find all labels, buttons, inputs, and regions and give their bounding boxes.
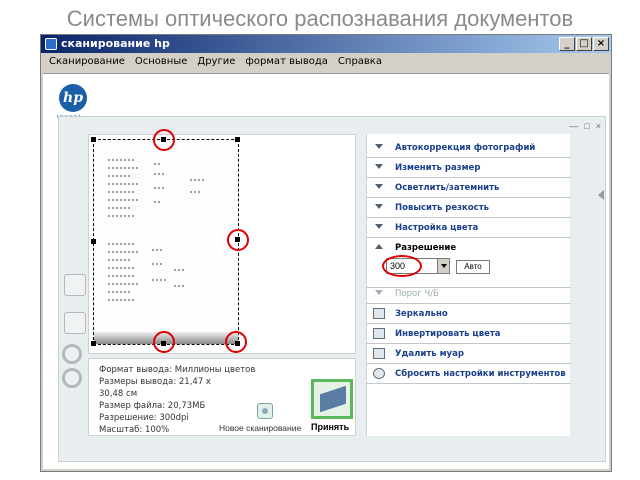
panel-close-button[interactable]: × <box>596 121 601 131</box>
rotate-left-icon[interactable] <box>64 274 86 296</box>
scan-info-box: Формат вывода: Миллионы цветов Размеры в… <box>88 358 356 436</box>
tool-label: Разрешение <box>395 243 457 253</box>
chevron-down-icon <box>375 144 383 149</box>
new-scan-button[interactable]: Новое сканирование <box>219 423 301 433</box>
crop-handle-top-right[interactable] <box>235 137 240 142</box>
chevron-down-icon <box>375 224 383 229</box>
invert-icon <box>373 328 385 339</box>
chevron-down-icon <box>375 204 383 209</box>
tool-label: Повысить резкость <box>395 203 490 213</box>
tool-label: Автокоррекция фотографий <box>395 143 536 153</box>
panel-controls: — □ × <box>569 121 601 131</box>
document-text-lines <box>108 159 204 301</box>
crop-handle-left[interactable] <box>91 239 96 244</box>
highlight-ring-right <box>227 229 249 251</box>
tool-label: Настройка цвета <box>395 223 479 233</box>
highlight-ring-bottom <box>153 331 175 353</box>
hp-logo: hp invent <box>55 84 91 120</box>
menu-help[interactable]: Справка <box>338 53 382 71</box>
menu-bar: Сканирование Основные Другие формат выво… <box>41 53 611 71</box>
app-icon <box>45 38 57 50</box>
tool-label: Осветлить/затемнить <box>395 183 500 193</box>
chevron-down-icon <box>375 290 383 295</box>
tool-sharpen[interactable]: Повысить резкость <box>367 198 571 218</box>
menu-basic[interactable]: Основные <box>135 53 188 71</box>
menu-scan[interactable]: Сканирование <box>49 53 125 71</box>
tool-label: Сбросить настройки инструментов <box>395 369 566 379</box>
window-controls: _ □ × <box>559 37 609 51</box>
zoom-in-icon[interactable] <box>62 344 82 364</box>
panel-maximize-button[interactable]: □ <box>584 121 589 131</box>
tool-lighten-darken[interactable]: Осветлить/затемнить <box>367 178 571 198</box>
maximize-button[interactable]: □ <box>576 37 592 51</box>
rotate-right-icon[interactable] <box>64 312 86 334</box>
scanned-document[interactable] <box>93 139 239 345</box>
highlight-ring-top <box>153 129 175 151</box>
window-title: сканирование hp <box>61 37 170 50</box>
tool-label: Порог Ч/Б <box>395 289 439 299</box>
menu-output-format[interactable]: формат вывода <box>245 53 328 71</box>
mirror-icon <box>373 308 385 319</box>
highlight-ring-resolution <box>382 255 422 277</box>
info-size-line2: 30,48 см <box>99 389 138 399</box>
tool-mirror[interactable]: Зеркально <box>367 304 571 324</box>
chevron-down-icon <box>375 164 383 169</box>
tool-auto-correct[interactable]: Автокоррекция фотографий <box>367 138 571 158</box>
tool-resize[interactable]: Изменить размер <box>367 158 571 178</box>
info-resolution: Разрешение: 300dpi <box>99 413 189 423</box>
tool-invert-colors[interactable]: Инвертировать цвета <box>367 324 571 344</box>
hp-logo-mark: hp <box>59 84 87 112</box>
slide-title: Системы оптического распознавания докуме… <box>66 6 574 31</box>
accept-icon[interactable] <box>311 379 353 419</box>
tools-panel: Автокоррекция фотографий Изменить размер… <box>366 134 571 436</box>
info-file-size: Размер файла: 20,73МБ <box>99 401 206 411</box>
chevron-down-icon[interactable] <box>437 259 449 273</box>
minimize-button[interactable]: _ <box>559 37 575 51</box>
info-format: Формат вывода: Миллионы цветов <box>99 365 256 375</box>
title-bar: сканирование hp _ □ × <box>41 35 611 53</box>
tool-label: Зеркально <box>395 309 448 319</box>
tool-bw-threshold: Порог Ч/Б <box>367 284 571 304</box>
tool-reset[interactable]: Сбросить настройки инструментов <box>367 364 571 384</box>
reset-icon <box>373 368 385 379</box>
zoom-out-icon[interactable] <box>62 368 82 388</box>
moire-icon <box>373 348 385 359</box>
new-scan-icon[interactable] <box>257 403 273 419</box>
panel-minimize-button[interactable]: — <box>569 121 578 131</box>
tool-label: Изменить размер <box>395 163 481 173</box>
crop-handle-bottom-left[interactable] <box>91 341 96 346</box>
collapse-arrow-icon[interactable] <box>598 190 604 200</box>
auto-resolution-button[interactable]: Авто <box>456 260 490 274</box>
crop-handle-top-left[interactable] <box>91 137 96 142</box>
accept-button[interactable]: Принять <box>311 422 349 432</box>
scan-preview <box>88 129 356 354</box>
tool-label: Инвертировать цвета <box>395 329 501 339</box>
highlight-ring-bottom-right <box>225 331 247 353</box>
menu-other[interactable]: Другие <box>197 53 235 71</box>
tool-remove-moire[interactable]: Удалить муар <box>367 344 571 364</box>
tool-color-adjust[interactable]: Настройка цвета <box>367 218 571 238</box>
info-scale: Масштаб: 100% <box>99 425 170 435</box>
close-button[interactable]: × <box>593 37 609 51</box>
tool-label: Удалить муар <box>395 349 464 359</box>
info-size-line1: Размеры вывода: 21,47 x <box>99 377 211 387</box>
chevron-down-icon <box>375 184 383 189</box>
chevron-up-icon <box>375 244 383 249</box>
